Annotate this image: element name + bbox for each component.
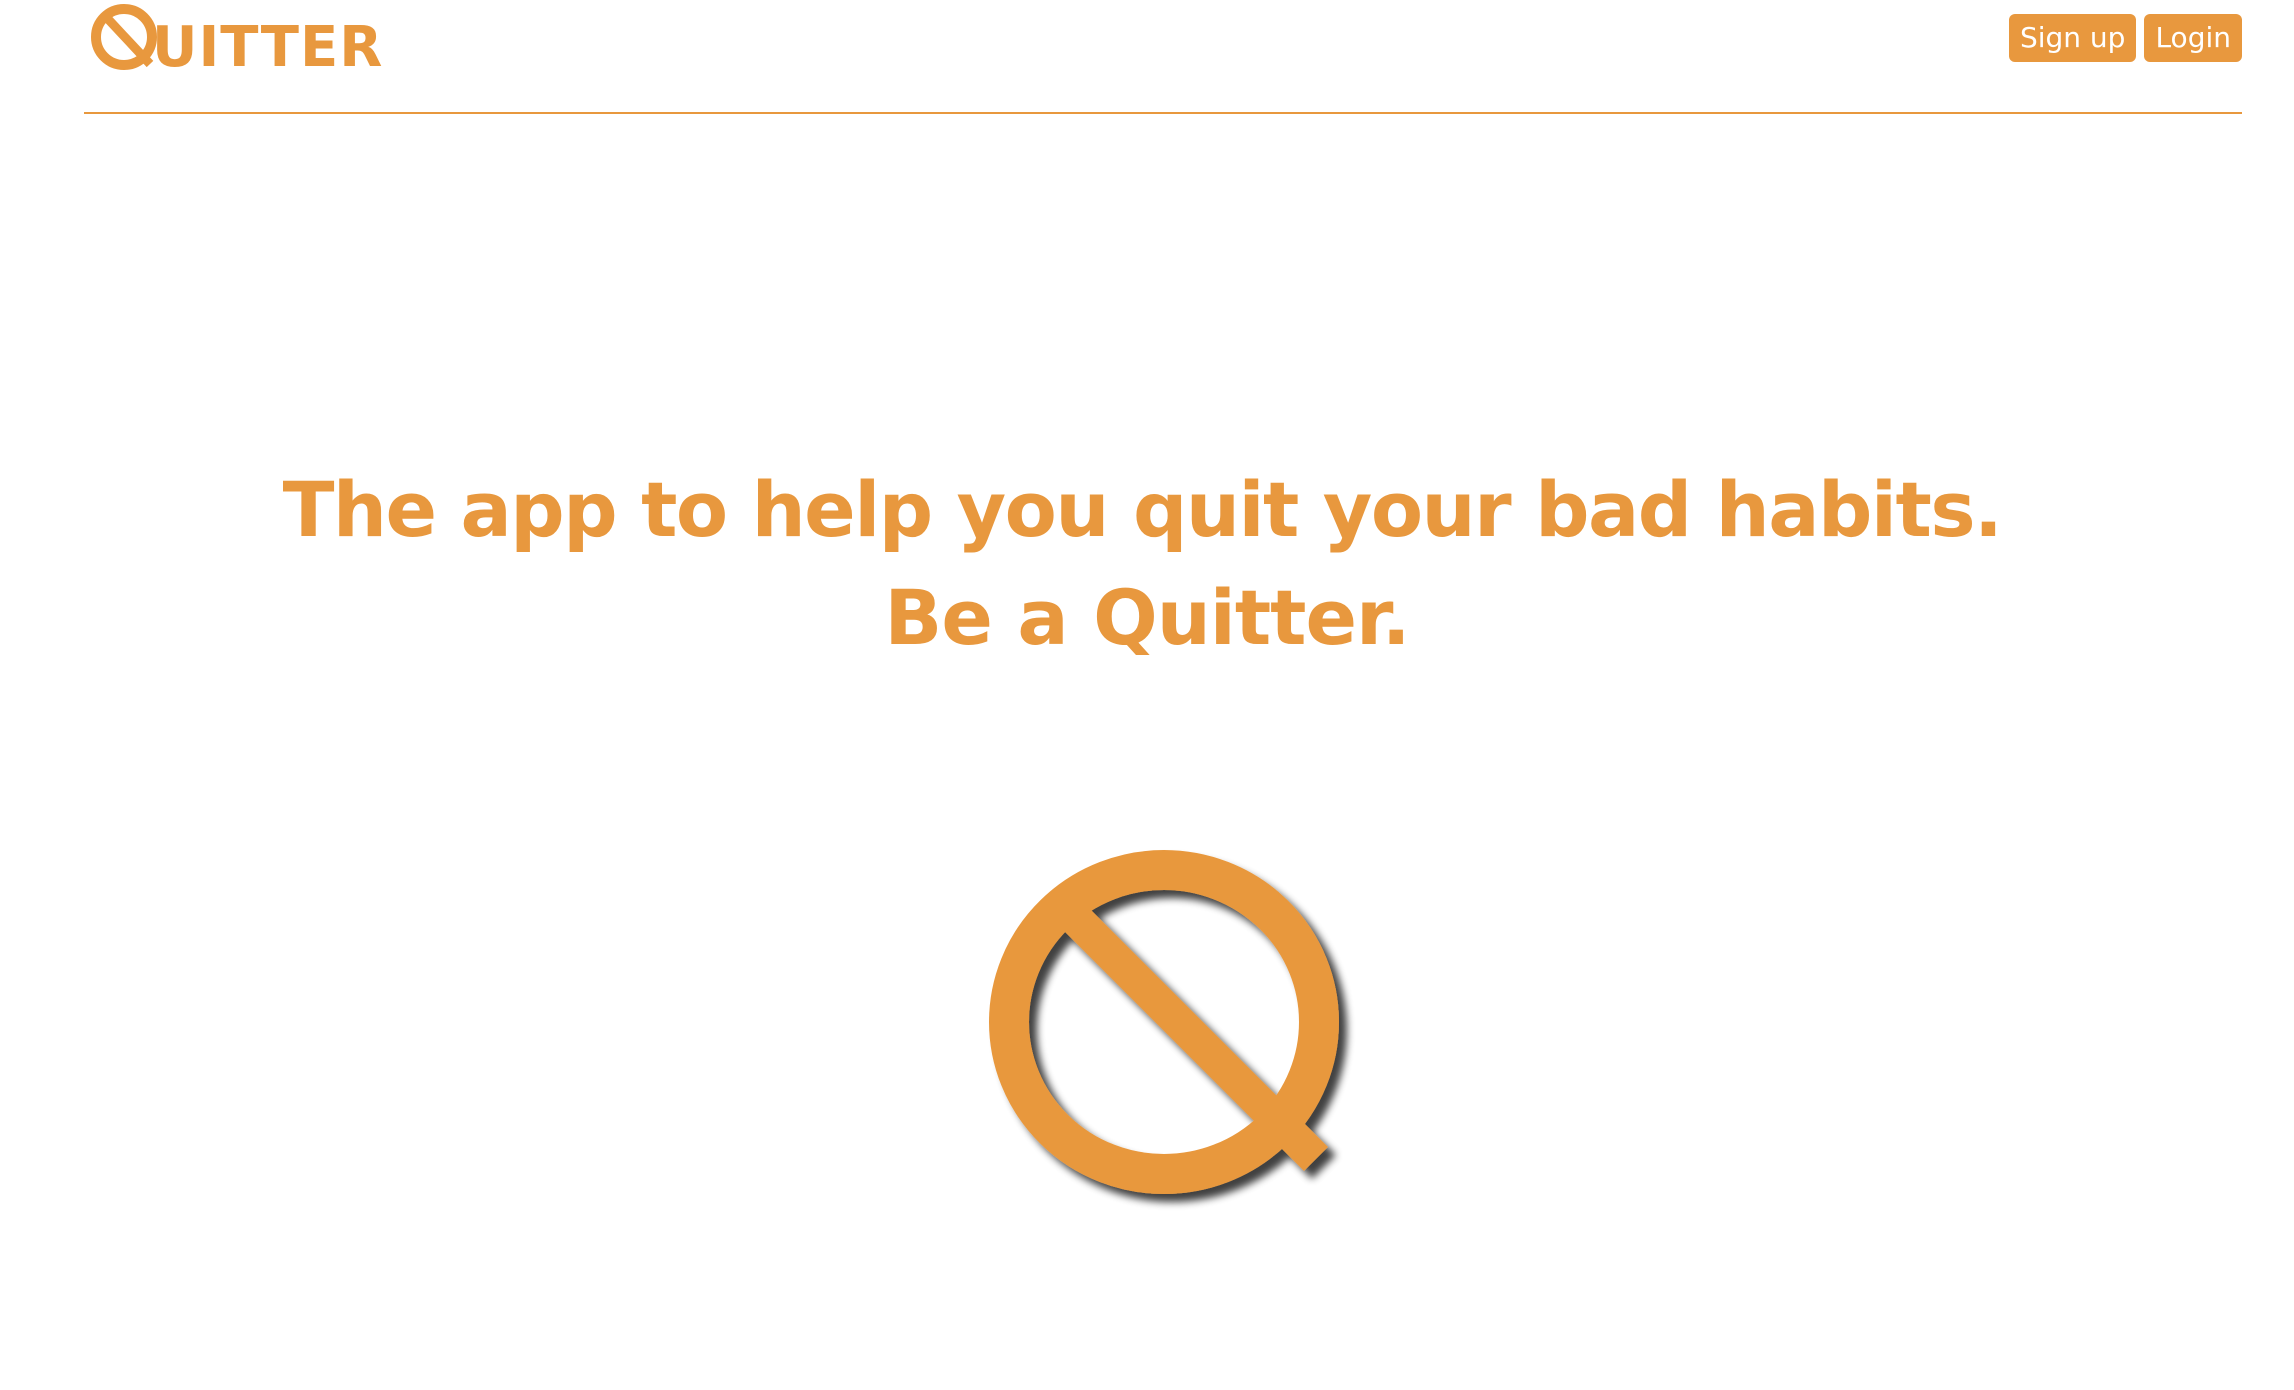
brand-wordmark: UITTER [152,15,384,80]
brand-logo-link[interactable]: UITTER [90,2,383,76]
signup-button[interactable]: Sign up [2008,14,2137,62]
landing-page: UITTER Sign up Login The app to help you… [0,0,2294,1390]
hero-section: The app to help you quit your bad habits… [0,456,2294,672]
login-button[interactable]: Login [2144,14,2242,62]
top-navbar: UITTER Sign up Login [84,0,2242,114]
quitter-q-logo-icon [91,4,157,70]
hero-tagline: The app to help you quit your bad habits… [282,465,2003,554]
hero-slogan: Be a Quitter. [884,573,1410,662]
auth-nav: Sign up Login [2008,14,2242,62]
quitter-q-logo-icon [989,850,1339,1194]
